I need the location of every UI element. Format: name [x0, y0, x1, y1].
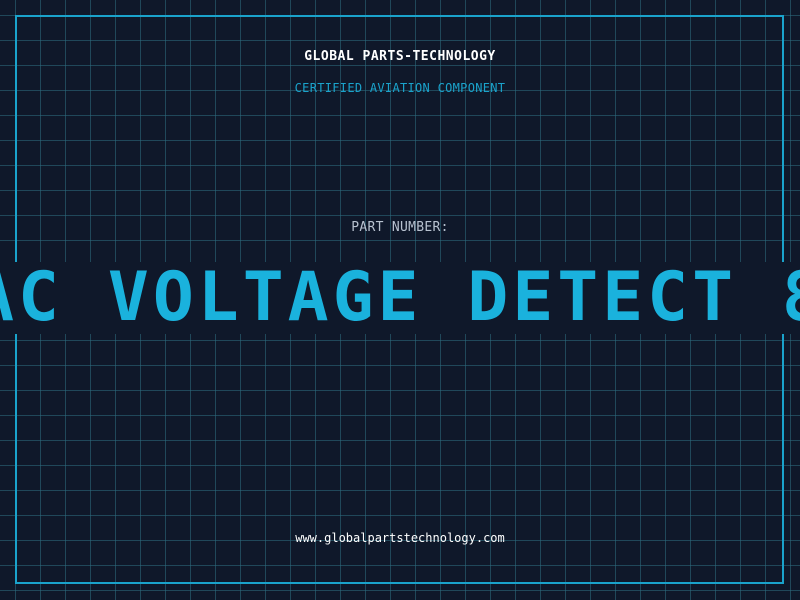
part-number-band: AC VOLTAGE DETECT 8: [0, 262, 800, 334]
part-number-value: AC VOLTAGE DETECT 8: [0, 262, 800, 334]
subtitle: CERTIFIED AVIATION COMPONENT: [294, 81, 506, 95]
website-url: www.globalpartstechnology.com: [295, 531, 505, 545]
company-name: GLOBAL PARTS-TECHNOLOGY: [304, 49, 496, 64]
part-number-label: PART NUMBER:: [351, 220, 449, 235]
